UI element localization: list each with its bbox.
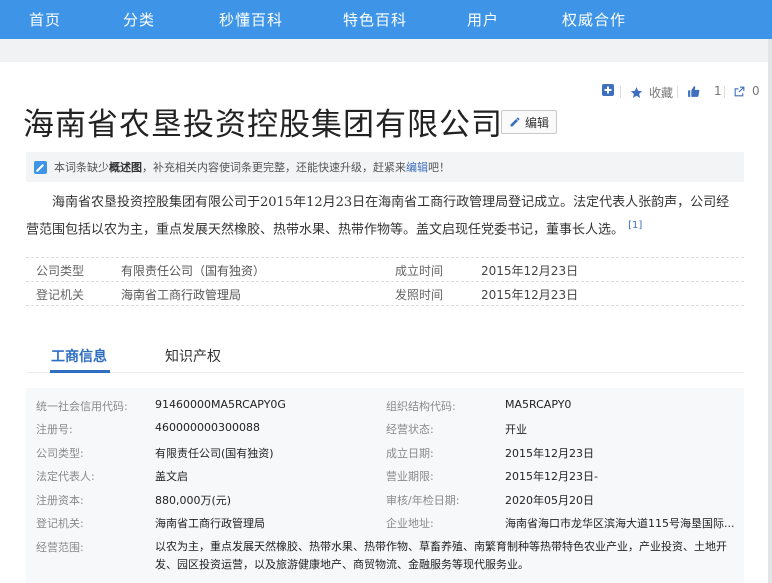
edit-label: 编辑 — [524, 115, 549, 130]
nav-item-video-baike[interactable]: 秒懂百科 — [219, 9, 283, 30]
notice-edit-link[interactable]: 编辑 — [406, 161, 428, 174]
field-label: 注册号: — [36, 423, 73, 436]
basic-info-value: 海南省工商行政管理局 — [121, 288, 242, 302]
info-tabs: 工商信息 知识产权 — [26, 337, 744, 373]
basic-info-row: 登记机关 海南省工商行政管理局 发照时间 2015年12月23日 — [26, 282, 744, 307]
nav-item-user[interactable]: 用户 — [467, 9, 499, 30]
basic-info-value: 2015年12月23日 — [481, 288, 579, 302]
field-value: 有限责任公司(国有独资) — [155, 447, 274, 460]
field-label: 法定代表人: — [36, 470, 95, 483]
basic-info-key: 公司类型 — [36, 264, 85, 278]
notice-text: 本词条缺少概述图，补充相关内容使词条更完整，还能快速升级，赶紧来编辑吧！ — [54, 161, 450, 174]
notice-strong: 概述图 — [109, 161, 142, 174]
like-count: 1 — [714, 84, 722, 98]
share-icon — [734, 86, 745, 96]
field-label: 注册资本: — [36, 494, 84, 507]
reference-link[interactable]: [1] — [628, 220, 642, 231]
tab-intellectual-property[interactable]: 知识产权 — [165, 346, 221, 366]
star-icon — [630, 87, 643, 98]
field-label: 企业地址: — [386, 517, 434, 530]
share-count: 0 — [752, 84, 760, 98]
field-value: MA5RCAPY0 — [505, 398, 572, 411]
active-tab-indicator — [50, 370, 110, 373]
field-label: 组织结构代码: — [386, 400, 456, 413]
basic-info-value: 有限责任公司（国有独资） — [121, 264, 266, 278]
field-value: 91460000MA5RCAPY0G — [155, 398, 286, 411]
basic-info-row: 公司类型 有限责任公司（国有独资） 成立时间 2015年12月23日 — [26, 258, 744, 283]
field-label: 登记机关: — [36, 517, 84, 530]
basic-info-key: 成立时间 — [395, 264, 444, 278]
scrollbar[interactable] — [768, 39, 772, 583]
nav-item-authority[interactable]: 权威合作 — [562, 9, 626, 30]
summary-paragraph: 海南省农垦投资控股集团有限公司于2015年12月23日在海南省工商行政管理局登记… — [26, 191, 742, 241]
like-button[interactable]: 1 — [687, 84, 722, 98]
collect-label: 收藏 — [649, 86, 674, 100]
share-button[interactable]: 0 — [733, 84, 760, 98]
field-value: 海南省海口市龙华区滨海大道115号海垦国际... — [505, 517, 735, 530]
field-value: 2015年12月23日- — [505, 470, 598, 483]
field-label: 公司类型: — [36, 447, 84, 460]
top-nav-bar: 首页 分类 秒懂百科 特色百科 用户 权威合作 — [0, 0, 772, 39]
field-value: 开业 — [505, 423, 527, 436]
pencil-icon — [510, 117, 520, 127]
field-label: 统一社会信用代码: — [36, 400, 128, 413]
field-label: 营业期限: — [386, 470, 434, 483]
field-label: 经营范围: — [36, 541, 84, 554]
plus-square-icon — [602, 84, 614, 96]
field-value: 460000000300088 — [155, 421, 260, 434]
nav-item-category[interactable]: 分类 — [123, 9, 155, 30]
field-value: 880,000万(元) — [155, 494, 232, 507]
edit-button[interactable]: 编辑 — [501, 110, 557, 134]
field-label: 成立日期: — [386, 447, 434, 460]
field-value: 盖文启 — [155, 470, 188, 483]
nav-item-featured-baike[interactable]: 特色百科 — [343, 9, 407, 30]
nav-item-home[interactable]: 首页 — [29, 9, 61, 30]
business-scope-value: 以农为主，重点发展天然橡胶、热带水果、热带作物、草畜养殖、南繁育制种等热带特色农… — [155, 540, 727, 571]
basic-info-key: 登记机关 — [36, 288, 85, 302]
add-button[interactable] — [602, 84, 614, 96]
field-value: 2020年05月20日 — [505, 494, 594, 507]
basic-info-key: 发照时间 — [395, 288, 444, 302]
tab-business-info[interactable]: 工商信息 — [51, 346, 107, 366]
field-label: 经营状态: — [386, 423, 434, 436]
edit-note-icon — [34, 160, 47, 174]
business-info-panel: 统一社会信用代码: 91460000MA5RCAPY0G 组织结构代码: MA5… — [26, 388, 744, 583]
toolbar-divider — [677, 86, 678, 98]
toolbar-divider — [620, 86, 621, 98]
collect-button[interactable]: 收藏 — [630, 84, 673, 101]
divider — [26, 305, 744, 306]
field-value: 2015年12月23日 — [505, 447, 594, 460]
page-title: 海南省农垦投资控股集团有限公司 — [23, 107, 503, 143]
basic-info-value: 2015年12月23日 — [481, 264, 579, 278]
summary-text: 海南省农垦投资控股集团有限公司于2015年12月23日在海南省工商行政管理局登记… — [26, 195, 730, 238]
missing-summary-notice: 本词条缺少概述图，补充相关内容使词条更完整，还能快速升级，赶紧来编辑吧！ — [26, 152, 744, 182]
toolbar-divider — [724, 86, 725, 98]
thumbs-up-icon — [688, 85, 700, 97]
field-value: 海南省工商行政管理局 — [155, 517, 265, 530]
field-label: 审核/年检日期: — [386, 494, 460, 507]
